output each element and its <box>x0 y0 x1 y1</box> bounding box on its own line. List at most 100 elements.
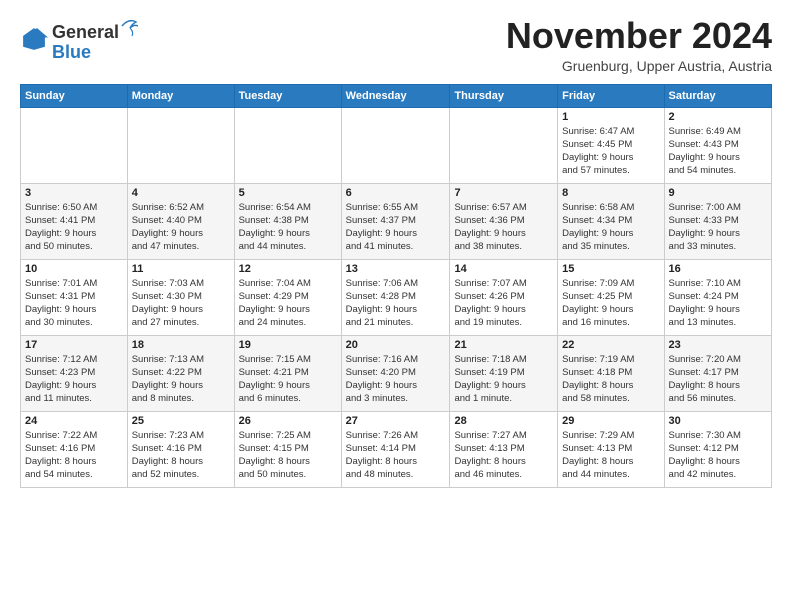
logo-bird-icon <box>120 16 138 38</box>
page: General Blue November 2024 Gruenburg, Up… <box>0 0 792 612</box>
calendar-week-row: 10 Sunrise: 7:01 AM Sunset: 4:31 PM Dayli… <box>21 259 772 335</box>
day-info: Sunrise: 7:20 AM Sunset: 4:17 PM Dayligh… <box>669 353 767 406</box>
day-info: Sunrise: 7:16 AM Sunset: 4:20 PM Dayligh… <box>346 353 446 406</box>
month-title: November 2024 <box>506 16 772 56</box>
day-number: 24 <box>25 415 123 427</box>
day-info: Sunrise: 7:13 AM Sunset: 4:22 PM Dayligh… <box>132 353 230 406</box>
day-info: Sunrise: 7:29 AM Sunset: 4:13 PM Dayligh… <box>562 429 659 482</box>
day-info: Sunrise: 6:54 AM Sunset: 4:38 PM Dayligh… <box>239 201 337 254</box>
table-row: 25 Sunrise: 7:23 AM Sunset: 4:16 PM Dayli… <box>127 411 234 487</box>
logo-general: General <box>52 23 119 43</box>
logo-icon <box>20 25 48 53</box>
title-section: November 2024 Gruenburg, Upper Austria, … <box>506 16 772 74</box>
day-info: Sunrise: 7:23 AM Sunset: 4:16 PM Dayligh… <box>132 429 230 482</box>
day-info: Sunrise: 6:58 AM Sunset: 4:34 PM Dayligh… <box>562 201 659 254</box>
table-row: 20 Sunrise: 7:16 AM Sunset: 4:20 PM Dayli… <box>341 335 450 411</box>
day-number: 3 <box>25 187 123 199</box>
day-number: 28 <box>454 415 553 427</box>
day-info: Sunrise: 7:27 AM Sunset: 4:13 PM Dayligh… <box>454 429 553 482</box>
day-number: 8 <box>562 187 659 199</box>
day-info: Sunrise: 7:01 AM Sunset: 4:31 PM Dayligh… <box>25 277 123 330</box>
day-info: Sunrise: 7:15 AM Sunset: 4:21 PM Dayligh… <box>239 353 337 406</box>
day-number: 18 <box>132 339 230 351</box>
day-number: 13 <box>346 263 446 275</box>
table-row: 3 Sunrise: 6:50 AM Sunset: 4:41 PM Daylig… <box>21 183 128 259</box>
day-info: Sunrise: 6:50 AM Sunset: 4:41 PM Dayligh… <box>25 201 123 254</box>
calendar-week-row: 3 Sunrise: 6:50 AM Sunset: 4:41 PM Daylig… <box>21 183 772 259</box>
day-number: 20 <box>346 339 446 351</box>
day-info: Sunrise: 7:09 AM Sunset: 4:25 PM Dayligh… <box>562 277 659 330</box>
table-row: 21Sunrise: 7:18 AM Sunset: 4:19 PM Dayli… <box>450 335 558 411</box>
day-number: 12 <box>239 263 337 275</box>
table-row <box>341 107 450 183</box>
th-saturday: Saturday <box>664 84 771 107</box>
day-number: 30 <box>669 415 767 427</box>
day-info: Sunrise: 7:07 AM Sunset: 4:26 PM Dayligh… <box>454 277 553 330</box>
table-row: 8 Sunrise: 6:58 AM Sunset: 4:34 PM Daylig… <box>558 183 664 259</box>
table-row <box>450 107 558 183</box>
header: General Blue November 2024 Gruenburg, Up… <box>20 16 772 74</box>
calendar-week-row: 1 Sunrise: 6:47 AM Sunset: 4:45 PM Daylig… <box>21 107 772 183</box>
table-row: 4Sunrise: 6:52 AM Sunset: 4:40 PM Daylig… <box>127 183 234 259</box>
day-number: 25 <box>132 415 230 427</box>
table-row: 17 Sunrise: 7:12 AM Sunset: 4:23 PM Dayli… <box>21 335 128 411</box>
table-row: 18 Sunrise: 7:13 AM Sunset: 4:22 PM Dayli… <box>127 335 234 411</box>
table-row: 19Sunrise: 7:15 AM Sunset: 4:21 PM Dayli… <box>234 335 341 411</box>
table-row: 15 Sunrise: 7:09 AM Sunset: 4:25 PM Dayli… <box>558 259 664 335</box>
table-row: 7Sunrise: 6:57 AM Sunset: 4:36 PM Daylig… <box>450 183 558 259</box>
table-row: 12 Sunrise: 7:04 AM Sunset: 4:29 PM Dayli… <box>234 259 341 335</box>
day-info: Sunrise: 7:10 AM Sunset: 4:24 PM Dayligh… <box>669 277 767 330</box>
table-row <box>234 107 341 183</box>
day-info: Sunrise: 6:55 AM Sunset: 4:37 PM Dayligh… <box>346 201 446 254</box>
table-row <box>127 107 234 183</box>
table-row: 30Sunrise: 7:30 AM Sunset: 4:12 PM Dayli… <box>664 411 771 487</box>
day-info: Sunrise: 7:22 AM Sunset: 4:16 PM Dayligh… <box>25 429 123 482</box>
day-number: 1 <box>562 111 659 123</box>
day-number: 15 <box>562 263 659 275</box>
table-row: 11Sunrise: 7:03 AM Sunset: 4:30 PM Dayli… <box>127 259 234 335</box>
day-number: 29 <box>562 415 659 427</box>
table-row: 10 Sunrise: 7:01 AM Sunset: 4:31 PM Dayli… <box>21 259 128 335</box>
calendar-table: Sunday Monday Tuesday Wednesday Thursday… <box>20 84 772 488</box>
weekday-row: Sunday Monday Tuesday Wednesday Thursday… <box>21 84 772 107</box>
th-sunday: Sunday <box>21 84 128 107</box>
table-row: 5Sunrise: 6:54 AM Sunset: 4:38 PM Daylig… <box>234 183 341 259</box>
day-info: Sunrise: 6:47 AM Sunset: 4:45 PM Dayligh… <box>562 125 659 178</box>
day-number: 2 <box>669 111 767 123</box>
day-number: 27 <box>346 415 446 427</box>
day-info: Sunrise: 6:52 AM Sunset: 4:40 PM Dayligh… <box>132 201 230 254</box>
table-row: 2Sunrise: 6:49 AM Sunset: 4:43 PM Daylig… <box>664 107 771 183</box>
logo: General Blue <box>20 16 139 63</box>
table-row <box>21 107 128 183</box>
day-number: 22 <box>562 339 659 351</box>
table-row: 16 Sunrise: 7:10 AM Sunset: 4:24 PM Dayli… <box>664 259 771 335</box>
calendar-week-row: 17 Sunrise: 7:12 AM Sunset: 4:23 PM Dayli… <box>21 335 772 411</box>
day-info: Sunrise: 7:04 AM Sunset: 4:29 PM Dayligh… <box>239 277 337 330</box>
day-number: 9 <box>669 187 767 199</box>
table-row: 13 Sunrise: 7:06 AM Sunset: 4:28 PM Dayli… <box>341 259 450 335</box>
day-info: Sunrise: 7:12 AM Sunset: 4:23 PM Dayligh… <box>25 353 123 406</box>
day-number: 6 <box>346 187 446 199</box>
table-row: 29 Sunrise: 7:29 AM Sunset: 4:13 PM Dayli… <box>558 411 664 487</box>
table-row: 26Sunrise: 7:25 AM Sunset: 4:15 PM Dayli… <box>234 411 341 487</box>
day-number: 10 <box>25 263 123 275</box>
table-row: 28 Sunrise: 7:27 AM Sunset: 4:13 PM Dayli… <box>450 411 558 487</box>
day-number: 17 <box>25 339 123 351</box>
day-info: Sunrise: 6:57 AM Sunset: 4:36 PM Dayligh… <box>454 201 553 254</box>
day-number: 11 <box>132 263 230 275</box>
table-row: 27Sunrise: 7:26 AM Sunset: 4:14 PM Dayli… <box>341 411 450 487</box>
table-row: 6 Sunrise: 6:55 AM Sunset: 4:37 PM Daylig… <box>341 183 450 259</box>
calendar-header: Sunday Monday Tuesday Wednesday Thursday… <box>21 84 772 107</box>
day-number: 23 <box>669 339 767 351</box>
logo-blue: Blue <box>52 43 139 63</box>
th-friday: Friday <box>558 84 664 107</box>
day-number: 26 <box>239 415 337 427</box>
calendar-body: 1 Sunrise: 6:47 AM Sunset: 4:45 PM Daylig… <box>21 107 772 487</box>
table-row: 1 Sunrise: 6:47 AM Sunset: 4:45 PM Daylig… <box>558 107 664 183</box>
day-number: 16 <box>669 263 767 275</box>
table-row: 9Sunrise: 7:00 AM Sunset: 4:33 PM Daylig… <box>664 183 771 259</box>
location: Gruenburg, Upper Austria, Austria <box>506 58 772 74</box>
th-monday: Monday <box>127 84 234 107</box>
day-info: Sunrise: 7:06 AM Sunset: 4:28 PM Dayligh… <box>346 277 446 330</box>
table-row: 22Sunrise: 7:19 AM Sunset: 4:18 PM Dayli… <box>558 335 664 411</box>
